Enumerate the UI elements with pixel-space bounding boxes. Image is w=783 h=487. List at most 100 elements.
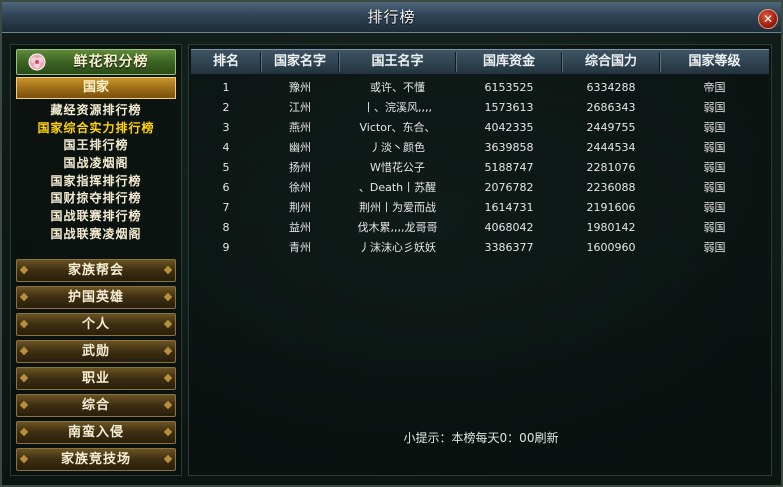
table-row[interactable]: 8 益州 伐木累,,,,龙哥哥 4068042 1980142 弱国 [191,218,769,238]
table-cell: 8 [222,221,230,234]
table-cell: 1980142 [586,221,636,234]
table-cell: Victor、东合、 [359,121,436,134]
sidebar-section-button[interactable]: 护国英雄 [16,286,176,309]
table-cell: 益州 [289,221,311,234]
sidebar-sub-item[interactable]: 国家指挥排行榜 [16,173,176,191]
table-cell: 弱国 [703,121,726,134]
table-cell: 1614731 [484,201,534,214]
table-header: 排名 国家名字 国王名字 国库资金 综合国力 国家等级 [191,49,769,75]
table-cell: 1573613 [484,101,534,114]
column-header: 国库资金 [482,54,535,69]
table-row[interactable]: 4 幽州 丿淡丶颜色 3639858 2444534 弱国 [191,138,769,158]
table-cell: 2236088 [586,181,636,194]
table-cell: 2444534 [586,141,636,154]
table-cell: W惜花公子 [370,161,425,174]
sidebar-sub-item[interactable]: 国财掠夺排行榜 [16,190,176,208]
sidebar-section-button[interactable]: 家族帮会 [16,259,176,282]
table-row[interactable]: 9 青州 丿沫沫心彡妖妖 3386377 1600960 弱国 [191,238,769,258]
table-cell: 弱国 [703,181,726,194]
table-cell: 3639858 [484,141,534,154]
sidebar-sub-item[interactable]: 国家综合实力排行榜 [16,120,176,138]
table-cell: 2449755 [586,121,636,134]
table-row[interactable]: 1 豫州 或许、不懂 6153525 6334288 帝国 [191,78,769,98]
country-subcategory-list: 藏经资源排行榜 国家综合实力排行榜 国王排行榜 国战凌烟阁 国家指挥排行榜 国财掠夺排行榜… [16,102,176,244]
table-cell: 2 [222,101,230,114]
sidebar-sub-item[interactable]: 国战联赛排行榜 [16,208,176,226]
table-cell: 幽州 [289,141,311,154]
table-cell: 弱国 [703,201,726,214]
table-cell: 7 [222,201,230,214]
sidebar-sub-item[interactable]: 国王排行榜 [16,137,176,155]
table-cell: 2076782 [484,181,534,194]
header-divider [455,52,457,72]
title-bar: 排行榜 ✕ [2,2,781,33]
table-cell: 丿淡丶颜色 [370,141,425,154]
table-row[interactable]: 3 燕州 Victor、东合、 4042335 2449755 弱国 [191,118,769,138]
table-row[interactable]: 5 扬州 W惜花公子 5188747 2281076 弱国 [191,158,769,178]
table-cell: 或许、不懂 [370,81,425,94]
table-row[interactable]: 6 徐州 、Death丨苏醒 2076782 2236088 弱国 [191,178,769,198]
sidebar-section-button[interactable]: 职业 [16,367,176,390]
table-cell: 弱国 [703,221,726,234]
window-title: 排行榜 [367,8,416,26]
table-cell: 扬州 [289,161,311,174]
table-cell: 弱国 [703,161,726,174]
ranking-table-panel: 排名 国家名字 国王名字 国库资金 综合国力 国家等级 1 豫州 或许、不懂 6153525 63… [188,44,772,476]
table-cell: 帝国 [703,81,726,94]
table-cell: 豫州 [289,81,311,94]
table-cell: 3 [222,121,230,134]
sidebar-section-button[interactable]: 综合 [16,394,176,417]
table-cell: 徐州 [289,181,311,194]
refresh-tip: 小提示：本榜每天0：00刷新 [403,431,559,445]
table-cell: 丨、浣溪风,,,, [363,101,432,114]
sidebar-sub-item[interactable]: 藏经资源排行榜 [16,102,176,120]
sidebar-sub-item[interactable]: 国战联赛凌烟阁 [16,226,176,244]
header-divider [561,52,563,72]
column-header: 国家名字 [273,54,326,69]
sidebar-section-button[interactable]: 武勋 [16,340,176,363]
table-cell: 丿沫沫心彡妖妖 [359,241,436,254]
table-cell: 5188747 [484,161,534,174]
sidebar-section-button[interactable]: 家族竞技场 [16,448,176,471]
table-row[interactable]: 2 江州 丨、浣溪风,,,, 1573613 2686343 弱国 [191,98,769,118]
close-button[interactable]: ✕ [758,9,778,29]
column-header: 综合国力 [584,54,637,69]
close-icon: ✕ [762,12,774,26]
sidebar-section-button[interactable]: 南蛮入侵 [16,421,176,444]
header-divider [260,52,262,72]
column-header: 国家等级 [688,54,741,69]
table-cell: 燕州 [289,121,311,134]
table-cell: 4042335 [484,121,534,134]
table-cell: 9 [222,241,230,254]
header-divider [338,52,340,72]
table-cell: 2191606 [586,201,636,214]
sidebar-section-button[interactable]: 个人 [16,313,176,336]
table-cell: 5 [222,161,230,174]
table-body: 1 豫州 或许、不懂 6153525 6334288 帝国 2 江州 丨、浣溪风,,,, 1573… [191,78,769,258]
flower-ranking-label: 鲜花积分榜 [73,54,149,70]
table-cell: 2686343 [586,101,636,114]
table-cell: 弱国 [703,101,726,114]
flower-score-ranking-button[interactable]: 鲜花积分榜 [16,49,176,75]
sidebar-sub-item[interactable]: 国战凌烟阁 [16,155,176,173]
flower-icon [28,53,46,71]
table-row[interactable]: 7 荆州 荆州丨为爱而战 1614731 2191606 弱国 [191,198,769,218]
table-cell: 3386377 [484,241,534,254]
ranking-window: 排行榜 ✕ 鲜花积分榜 国家 藏经资源排行榜 国家综合实力排行榜 国王排行榜 国战凌烟… [0,0,783,487]
country-category-button[interactable]: 国家 [16,77,176,99]
table-cell: 6 [222,181,230,194]
header-divider [659,52,661,72]
column-header: 国王名字 [371,54,424,69]
table-cell: 、Death丨苏醒 [358,181,437,194]
category-sidebar: 鲜花积分榜 国家 藏经资源排行榜 国家综合实力排行榜 国王排行榜 国战凌烟阁 国家指挥排… [10,44,182,476]
table-cell: 青州 [289,241,311,254]
table-cell: 江州 [289,101,311,114]
table-cell: 4068042 [484,221,534,234]
table-cell: 荆州丨为爱而战 [359,201,436,214]
table-cell: 6153525 [484,81,534,94]
table-cell: 6334288 [586,81,636,94]
table-cell: 1 [222,81,230,94]
table-cell: 4 [222,141,230,154]
column-header: 排名 [212,54,239,69]
table-cell: 弱国 [703,141,726,154]
